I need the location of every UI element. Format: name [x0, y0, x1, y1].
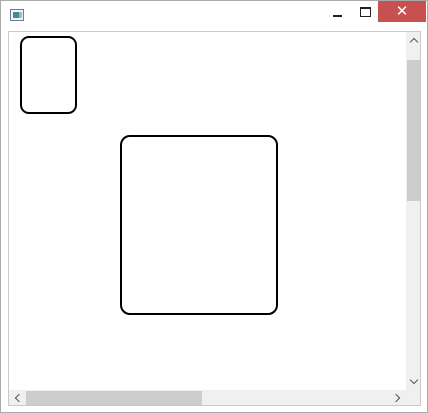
drawing-canvas[interactable]: [9, 32, 406, 390]
app-icon-pane-secondary: [19, 12, 22, 18]
minimize-button[interactable]: [323, 1, 351, 22]
scroll-right-button[interactable]: [389, 390, 406, 405]
rounded-rectangle-large[interactable]: [120, 135, 278, 315]
scroll-down-button[interactable]: [406, 373, 420, 390]
chevron-up-icon: [409, 37, 419, 47]
scroll-left-button[interactable]: [9, 390, 26, 405]
chevron-right-icon: [391, 393, 401, 403]
app-window-icon[interactable]: [10, 9, 24, 21]
horizontal-scroll-thumb[interactable]: [26, 391, 202, 405]
chevron-down-icon: [409, 375, 419, 385]
close-button[interactable]: ✕: [378, 1, 426, 22]
maximize-button[interactable]: [351, 1, 379, 22]
chevron-left-icon: [14, 393, 24, 403]
minimize-icon: [332, 14, 342, 17]
close-icon: ✕: [395, 2, 409, 20]
vertical-scroll-thumb[interactable]: [407, 60, 420, 201]
scroll-up-button[interactable]: [406, 32, 420, 49]
horizontal-scrollbar[interactable]: [9, 390, 406, 405]
title-bar[interactable]: ✕: [1, 1, 427, 31]
maximize-icon: [359, 6, 371, 17]
application-window: ✕: [0, 0, 428, 413]
scroll-viewer: [8, 31, 421, 406]
rounded-rectangle-small[interactable]: [20, 36, 77, 114]
scrollbar-corner: [406, 390, 420, 405]
vertical-scrollbar[interactable]: [406, 32, 420, 390]
